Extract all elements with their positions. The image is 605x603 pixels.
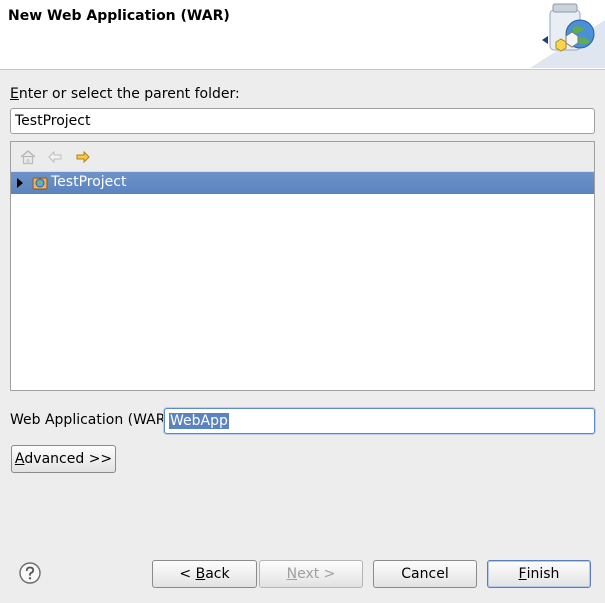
back-prefix: < — [179, 566, 196, 582]
parent-folder-label-mnemonic: E — [10, 86, 19, 102]
back-button[interactable]: < Back — [152, 560, 257, 588]
war-name-value: WebApp — [169, 413, 229, 429]
folder-tree-panel: TestProject — [10, 141, 595, 391]
advanced-button[interactable]: Advanced >> — [11, 445, 116, 473]
tree-item-label: TestProject — [51, 174, 127, 190]
next-label: ext > — [297, 566, 336, 582]
parent-folder-label-text: nter or select the parent folder: — [18, 86, 240, 102]
parent-folder-label: Enter or select the parent folder: — [10, 86, 240, 102]
parent-folder-input[interactable]: TestProject — [10, 108, 595, 134]
new-web-application-dialog: New Web Application (WAR) Enter or selec… — [0, 0, 605, 603]
help-icon[interactable] — [18, 561, 42, 585]
home-icon[interactable] — [19, 148, 37, 166]
tree-item-testproject[interactable]: TestProject — [11, 172, 594, 194]
finish-mnemonic: F — [518, 566, 527, 582]
war-name-label: Web Application (WAR) — [10, 412, 171, 428]
expand-arrow-icon[interactable] — [14, 176, 26, 190]
back-mnemonic: B — [195, 566, 206, 582]
war-name-input[interactable]: WebApp — [164, 408, 595, 434]
advanced-mnemonic: A — [14, 451, 25, 467]
back-arrow-icon[interactable] — [46, 148, 64, 166]
next-button[interactable]: Next > — [259, 560, 363, 588]
wizard-title: New Web Application (WAR) — [8, 8, 230, 24]
wizard-banner: New Web Application (WAR) — [0, 0, 605, 70]
web-application-wizard-icon — [530, 0, 605, 68]
finish-button[interactable]: Finish — [487, 560, 591, 588]
project-icon — [32, 177, 48, 190]
tree-toolbar — [11, 142, 594, 172]
cancel-label: Cancel — [401, 566, 449, 582]
parent-folder-value: TestProject — [15, 113, 91, 129]
advanced-label: dvanced >> — [24, 451, 113, 467]
finish-label: inish — [526, 566, 560, 582]
next-mnemonic: N — [286, 566, 298, 582]
forward-arrow-icon[interactable] — [74, 148, 92, 166]
cancel-button[interactable]: Cancel — [373, 560, 477, 588]
back-label: ack — [205, 566, 230, 582]
